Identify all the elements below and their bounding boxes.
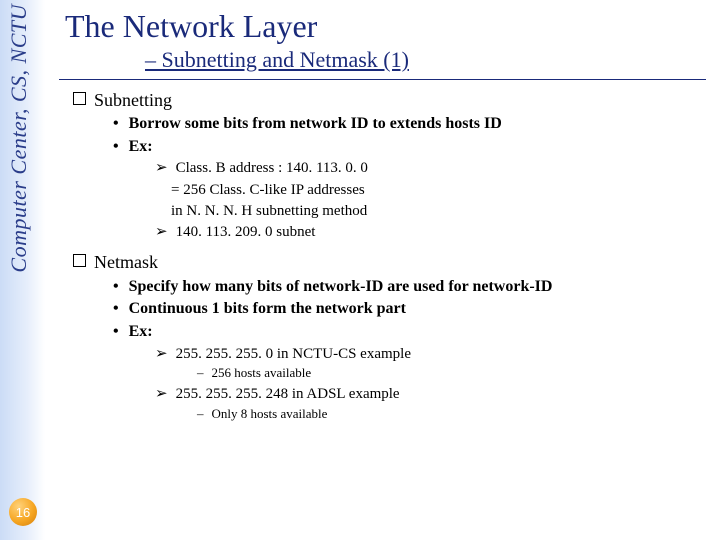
bullet-text: Ex: [129,323,153,340]
title-divider [59,79,706,80]
bullet-item: • Borrow some bits from network ID to ext… [113,113,710,135]
bullet-dot-icon: • [113,278,119,295]
sub-bullet-item: ➢ 255. 255. 255. 248 in ADSL example [155,384,710,404]
dash-icon: – [197,365,204,380]
triangle-icon: ➢ [155,346,168,362]
triangle-icon: ➢ [155,160,168,176]
bullet-text: Specify how many bits of network-ID are … [129,278,553,295]
sub-bullet-continuation: in N. N. N. H subnetting method [171,201,710,221]
sub-sub-bullet-text: Only 8 hosts available [212,406,328,421]
sub-sub-bullet-item: –Only 8 hosts available [197,405,710,423]
sub-bullet-item: ➢ 140. 113. 209. 0 subnet [155,222,710,242]
sub-sub-bullet-item: –256 hosts available [197,364,710,382]
triangle-icon: ➢ [155,224,168,240]
sub-sub-bullet-text: 256 hosts available [212,365,312,380]
bullet-item: • Continuous 1 bits form the network part [113,298,710,320]
page-number: 16 [16,505,30,520]
bullet-item: • Ex: [113,136,710,158]
bullet-text: Borrow some bits from network ID to exte… [129,115,502,132]
sub-bullet-item: ➢ 255. 255. 255. 0 in NCTU-CS example [155,344,710,364]
hollow-square-icon [73,254,86,267]
bullet-item: • Specify how many bits of network-ID are… [113,276,710,298]
section-heading: Netmask [94,252,158,272]
bullet-text: Ex: [129,138,153,155]
section-subnetting: Subnetting [73,88,710,112]
slide-title: The Network Layer [65,8,710,45]
sub-bullet-item: ➢ Class. B address : 140. 113. 0. 0 [155,158,710,178]
sidebar: Computer Center, CS, NCTU [0,0,45,540]
bullet-dot-icon: • [113,115,119,132]
section-heading: Subnetting [94,90,172,110]
sub-bullet-text: Class. B address : 140. 113. 0. 0 [176,160,368,176]
bullet-text: Continuous 1 bits form the network part [129,300,406,317]
dash-icon: – [197,406,204,421]
bullet-dot-icon: • [113,323,119,340]
sub-bullet-text: 255. 255. 255. 0 in NCTU-CS example [176,346,411,362]
slide-subtitle: – Subnetting and Netmask (1) [145,47,710,73]
sub-bullet-text: 255. 255. 255. 248 in ADSL example [176,386,400,402]
triangle-icon: ➢ [155,386,168,402]
sidebar-label: Computer Center, CS, NCTU [6,4,32,273]
bullet-dot-icon: • [113,300,119,317]
bullet-item: • Ex: [113,321,710,343]
bullet-dot-icon: • [113,138,119,155]
hollow-square-icon [73,92,86,105]
slide-body: Subnetting • Borrow some bits from networ… [55,88,710,422]
sub-bullet-continuation: = 256 Class. C-like IP addresses [171,180,710,200]
page-number-badge: 16 [9,498,37,526]
content-area: The Network Layer – Subnetting and Netma… [55,8,710,422]
section-netmask: Netmask [73,250,710,274]
slide: Computer Center, CS, NCTU 16 The Network… [0,0,720,540]
sub-bullet-text: 140. 113. 209. 0 subnet [176,224,316,240]
